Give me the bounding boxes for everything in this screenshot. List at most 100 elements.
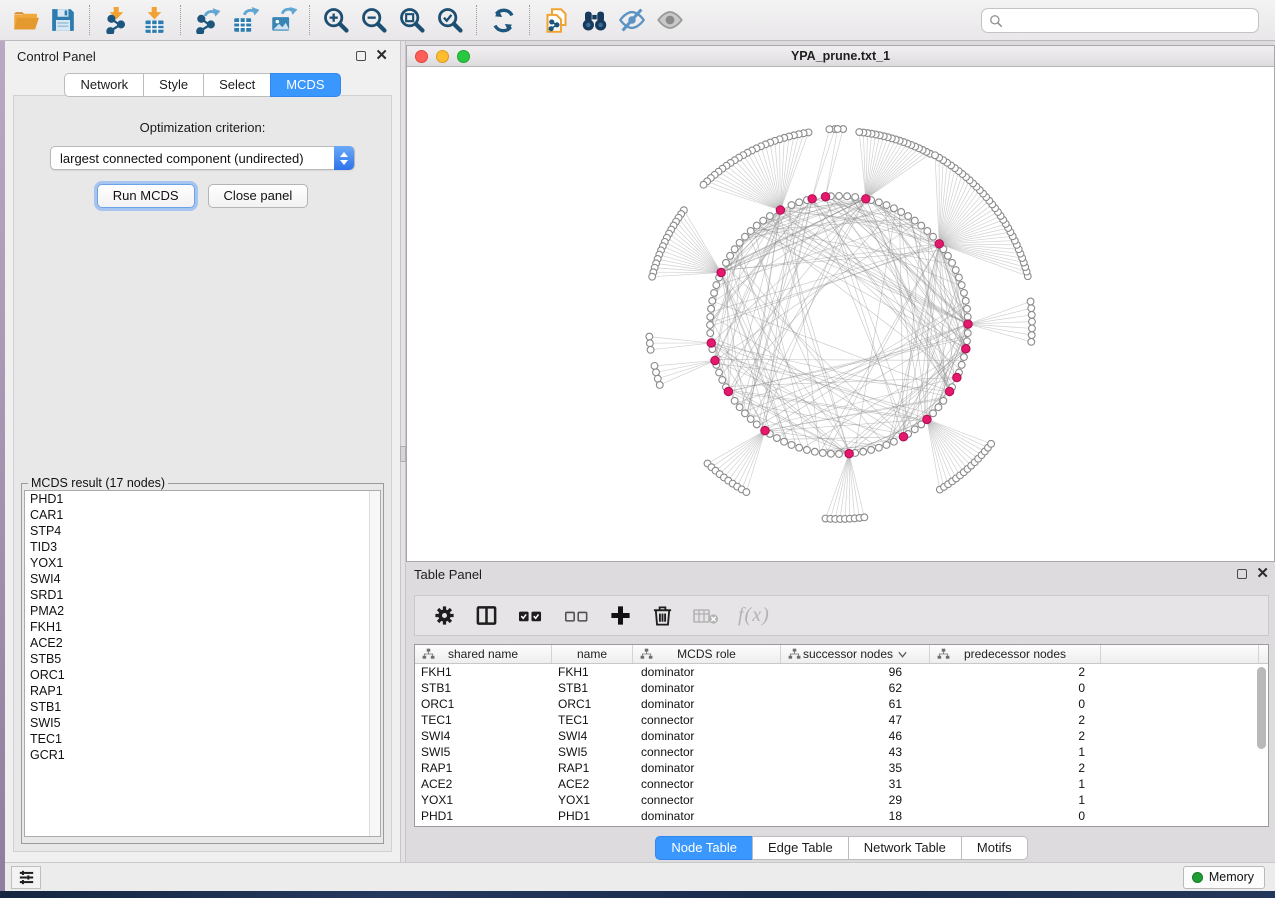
ring-node[interactable]: [719, 377, 726, 384]
close-table-panel-icon[interactable]: ✕: [1256, 569, 1269, 579]
leaf-node[interactable]: [700, 181, 707, 188]
delete-table-button[interactable]: [693, 606, 719, 626]
tab-node-table[interactable]: Node Table: [655, 836, 752, 860]
hide-selected-button[interactable]: [613, 3, 651, 37]
show-column-button[interactable]: [475, 604, 498, 627]
ring-node[interactable]: [964, 314, 971, 321]
leaf-node[interactable]: [653, 369, 660, 376]
leaf-node[interactable]: [988, 440, 995, 447]
open-file-button[interactable]: [6, 3, 44, 37]
zoom-out-button[interactable]: [355, 3, 393, 37]
leaf-node[interactable]: [1028, 338, 1035, 345]
ring-node[interactable]: [716, 369, 723, 376]
ring-node[interactable]: [875, 199, 882, 206]
ring-node[interactable]: [742, 410, 749, 417]
mcds-result-item[interactable]: TEC1: [25, 731, 380, 747]
mcds-hub-node[interactable]: [964, 320, 972, 328]
ring-node[interactable]: [709, 297, 716, 304]
search-input[interactable]: [1008, 14, 1258, 28]
table-row[interactable]: ORC1ORC1dominator610: [415, 696, 1268, 712]
ring-node[interactable]: [747, 228, 754, 235]
mcds-result-item[interactable]: FKH1: [25, 619, 380, 635]
table-row[interactable]: YOX1YOX1connector291: [415, 792, 1268, 808]
memory-button[interactable]: Memory: [1183, 866, 1265, 889]
table-row[interactable]: ACE2ACE2connector311: [415, 776, 1268, 792]
ring-node[interactable]: [945, 252, 952, 259]
ring-node[interactable]: [747, 416, 754, 423]
ring-node[interactable]: [819, 450, 826, 457]
show-panels-button[interactable]: [11, 866, 41, 889]
ring-node[interactable]: [964, 338, 971, 345]
export-network-button[interactable]: [188, 3, 226, 37]
mcds-result-item[interactable]: SWI5: [25, 715, 380, 731]
ring-node[interactable]: [956, 274, 963, 281]
ring-node[interactable]: [949, 259, 956, 266]
search-network-button[interactable]: [575, 3, 613, 37]
node-table[interactable]: shared namenameMCDS rolesuccessor nodesp…: [414, 644, 1269, 827]
export-table-button[interactable]: [226, 3, 264, 37]
leaf-node[interactable]: [1029, 318, 1036, 325]
ring-node[interactable]: [958, 282, 965, 289]
ring-node[interactable]: [760, 217, 767, 224]
ring-node[interactable]: [736, 404, 743, 411]
ring-node[interactable]: [753, 222, 760, 229]
leaf-node[interactable]: [1027, 298, 1034, 305]
mcds-result-item[interactable]: STB1: [25, 699, 380, 715]
ring-node[interactable]: [930, 233, 937, 240]
close-panel-icon[interactable]: ✕: [375, 51, 388, 61]
column-header-MCDS-role[interactable]: MCDS role: [633, 645, 781, 663]
close-panel-button[interactable]: Close panel: [208, 184, 309, 208]
ring-node[interactable]: [958, 361, 965, 368]
ring-node[interactable]: [713, 282, 720, 289]
mcds-result-item[interactable]: ACE2: [25, 635, 380, 651]
show-all-button[interactable]: [651, 3, 689, 37]
mcds-result-scrollbar[interactable]: [369, 491, 380, 836]
table-row[interactable]: SWI5SWI5connector431: [415, 744, 1268, 760]
table-row[interactable]: SWI4SWI4dominator462: [415, 728, 1268, 744]
run-mcds-button[interactable]: Run MCDS: [97, 184, 195, 208]
zoom-fit-button[interactable]: [393, 3, 431, 37]
mcds-hub-node[interactable]: [923, 415, 931, 423]
tab-network[interactable]: Network: [64, 73, 143, 97]
ring-node[interactable]: [911, 426, 918, 433]
import-network-button[interactable]: [97, 3, 135, 37]
ring-node[interactable]: [860, 448, 867, 455]
table-row[interactable]: STB1STB1dominator620: [415, 680, 1268, 696]
mcds-hub-node[interactable]: [776, 206, 784, 214]
mcds-hub-node[interactable]: [724, 387, 732, 395]
table-scrollbar-thumb[interactable]: [1257, 667, 1266, 749]
ring-node[interactable]: [731, 397, 738, 404]
column-header-predecessor-nodes[interactable]: predecessor nodes: [930, 645, 1101, 663]
ring-node[interactable]: [781, 438, 788, 445]
global-search-box[interactable]: [981, 8, 1259, 33]
zoom-selected-button[interactable]: [431, 3, 469, 37]
ring-node[interactable]: [708, 305, 715, 312]
mcds-hub-node[interactable]: [962, 345, 970, 353]
ring-node[interactable]: [796, 199, 803, 206]
ring-node[interactable]: [788, 442, 795, 449]
leaf-node[interactable]: [856, 129, 863, 136]
duplicate-network-button[interactable]: [537, 3, 575, 37]
ring-node[interactable]: [883, 202, 890, 209]
mcds-result-item[interactable]: STP4: [25, 523, 380, 539]
zoom-in-button[interactable]: [317, 3, 355, 37]
tab-network-table[interactable]: Network Table: [848, 836, 961, 860]
mcds-hub-node[interactable]: [711, 356, 719, 364]
ring-node[interactable]: [796, 444, 803, 451]
tab-style[interactable]: Style: [143, 73, 203, 97]
ring-node[interactable]: [742, 233, 749, 240]
ring-node[interactable]: [898, 209, 905, 216]
delete-column-button[interactable]: [651, 604, 674, 627]
ring-node[interactable]: [766, 213, 773, 220]
column-header-successor-nodes[interactable]: successor nodes: [781, 645, 930, 663]
ring-node[interactable]: [753, 421, 760, 428]
mcds-result-item[interactable]: CAR1: [25, 507, 380, 523]
network-canvas[interactable]: [407, 67, 1274, 561]
table-scrollbar[interactable]: [1257, 667, 1266, 822]
ring-node[interactable]: [875, 444, 882, 451]
ring-node[interactable]: [788, 202, 795, 209]
ring-node[interactable]: [883, 442, 890, 449]
column-header-shared-name[interactable]: shared name: [415, 645, 552, 663]
ring-node[interactable]: [891, 205, 898, 212]
leaf-node[interactable]: [646, 333, 653, 340]
